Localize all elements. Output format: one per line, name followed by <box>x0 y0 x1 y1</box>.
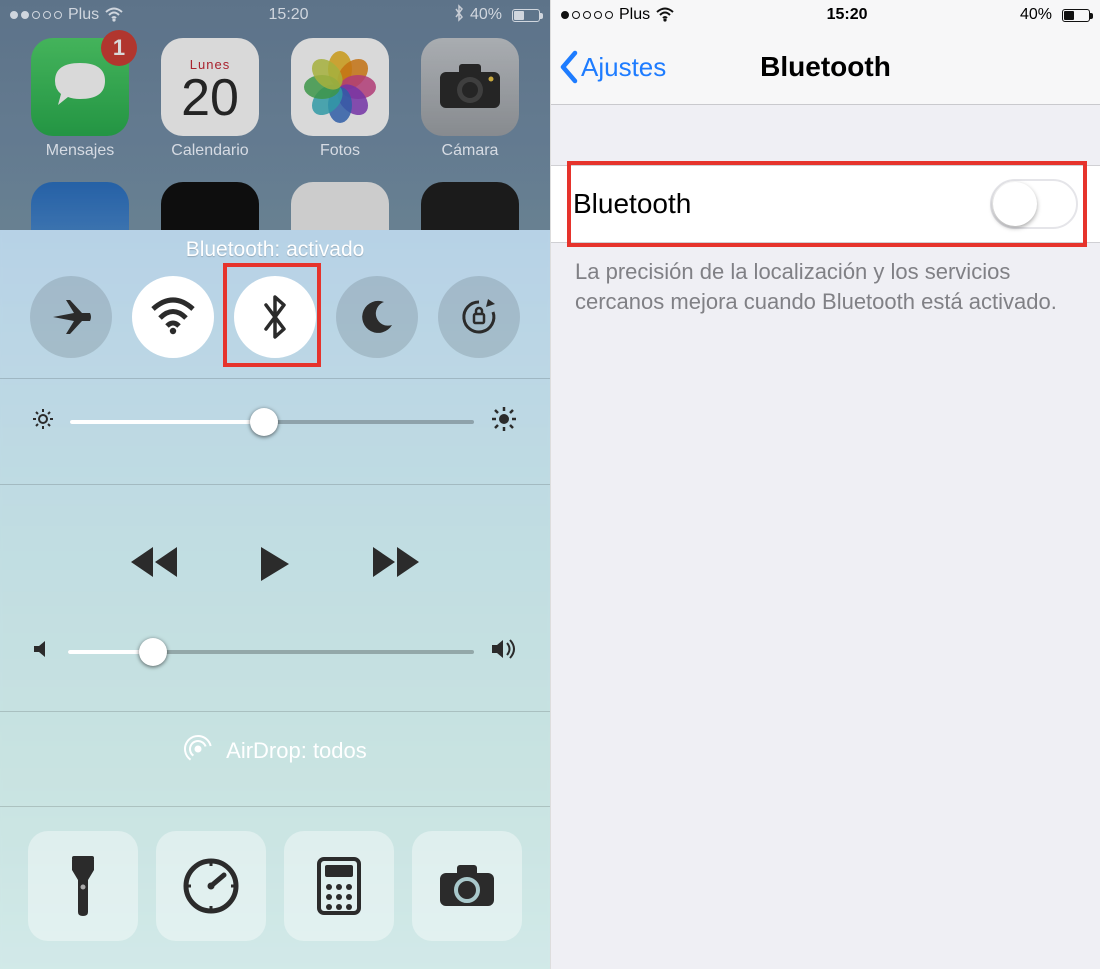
rewind-button[interactable] <box>129 545 179 588</box>
camera-icon <box>421 38 519 136</box>
back-button[interactable]: Ajustes <box>559 30 666 104</box>
clock-label: 15:20 <box>827 6 868 24</box>
calculator-button[interactable] <box>284 831 394 941</box>
bluetooth-icon <box>262 295 288 339</box>
bluetooth-toggle[interactable] <box>234 276 316 358</box>
volume-high-icon <box>490 638 518 665</box>
media-controls <box>0 485 550 638</box>
control-center: Bluetooth: activado <box>0 230 550 969</box>
cc-status-label: Bluetooth: activado <box>0 238 550 262</box>
cc-toggle-row <box>0 262 550 358</box>
back-label: Ajustes <box>581 52 666 83</box>
app-camera[interactable]: Cámara <box>416 38 524 160</box>
brightness-slider-row <box>0 379 550 464</box>
wifi-icon <box>151 299 195 335</box>
cell-label: Bluetooth <box>573 188 691 220</box>
bluetooth-cell: Bluetooth <box>551 165 1100 243</box>
airplane-icon <box>50 296 92 338</box>
airdrop-icon <box>183 734 213 764</box>
chevron-left-icon <box>559 50 579 84</box>
photos-icon <box>291 38 389 136</box>
screen-control-center: Plus 15:20 40% 1 Mensajes Lunes 20 <box>0 0 550 969</box>
battery-pct: 40% <box>1020 6 1052 24</box>
brightness-low-icon <box>32 408 54 435</box>
camera-icon <box>437 863 497 909</box>
battery-icon <box>1058 9 1090 22</box>
airdrop-label: AirDrop: todos <box>226 738 367 763</box>
signal-dots <box>561 11 613 19</box>
messages-icon: 1 <box>31 38 129 136</box>
play-button[interactable] <box>259 545 291 588</box>
flashlight-icon <box>66 854 100 918</box>
clock-label: 15:20 <box>269 6 309 24</box>
messages-badge: 1 <box>101 30 137 66</box>
carrier-label: Plus <box>619 6 650 24</box>
wifi-toggle[interactable] <box>132 276 214 358</box>
nav-bar: Ajustes Bluetooth <box>551 30 1100 105</box>
bluetooth-status-icon <box>454 5 464 26</box>
carrier-label: Plus <box>68 6 99 24</box>
flashlight-button[interactable] <box>28 831 138 941</box>
volume-slider-row <box>0 638 550 691</box>
cc-shortcuts <box>0 807 550 941</box>
brightness-slider[interactable] <box>70 420 474 424</box>
wifi-icon <box>105 8 123 22</box>
airplane-toggle[interactable] <box>30 276 112 358</box>
nav-title: Bluetooth <box>760 51 891 83</box>
app-messages[interactable]: 1 Mensajes <box>26 38 134 160</box>
dnd-toggle[interactable] <box>336 276 418 358</box>
calculator-icon <box>317 857 361 915</box>
status-bar: Plus 15:20 40% <box>0 0 550 30</box>
timer-icon <box>182 857 240 915</box>
airdrop-row[interactable]: AirDrop: todos <box>0 712 550 786</box>
home-apps-row-2 <box>0 182 550 230</box>
app-photos[interactable]: Fotos <box>286 38 394 160</box>
bluetooth-switch[interactable] <box>990 179 1078 229</box>
switch-knob <box>993 182 1037 226</box>
battery-pct: 40% <box>470 6 502 24</box>
screen-settings-bluetooth: Plus 15:20 40% Ajustes Bluetooth Bluetoo… <box>550 0 1100 969</box>
home-apps-row: 1 Mensajes Lunes 20 Calendario <box>0 38 550 160</box>
app-label: Mensajes <box>46 142 114 160</box>
footer-description: La precisión de la localización y los se… <box>551 243 1100 316</box>
calendar-day: 20 <box>181 72 239 124</box>
app-label: Calendario <box>171 142 248 160</box>
timer-button[interactable] <box>156 831 266 941</box>
app-label: Fotos <box>320 142 360 160</box>
app-calendar[interactable]: Lunes 20 Calendario <box>156 38 264 160</box>
signal-dots <box>10 11 62 19</box>
camera-shortcut-button[interactable] <box>412 831 522 941</box>
status-bar: Plus 15:20 40% <box>551 0 1100 30</box>
orientation-lock-toggle[interactable] <box>438 276 520 358</box>
volume-low-icon <box>32 639 52 664</box>
moon-icon <box>359 299 395 335</box>
app-label: Cámara <box>442 142 499 160</box>
volume-slider[interactable] <box>68 650 474 654</box>
forward-button[interactable] <box>371 545 421 588</box>
calendar-icon: Lunes 20 <box>161 38 259 136</box>
rotation-lock-icon <box>458 296 500 338</box>
battery-icon <box>508 9 540 22</box>
brightness-high-icon <box>490 405 518 438</box>
wifi-icon <box>656 8 674 22</box>
